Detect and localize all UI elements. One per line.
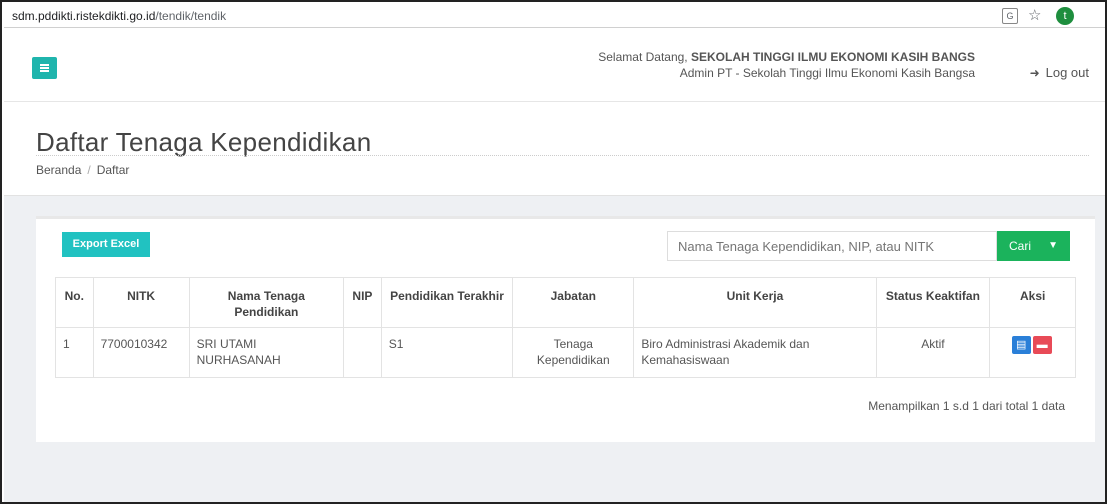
address-bar[interactable]: sdm.pddikti.ristekdikti.go.id/tendik/ten… (4, 4, 1105, 28)
search-input[interactable] (667, 231, 997, 261)
breadcrumb: Beranda / Daftar (36, 163, 129, 177)
col-header-jabatan[interactable]: Jabatan (512, 277, 635, 328)
content-area: Export Excel Cari ▼ No. NITK Nama Tenaga … (4, 195, 1105, 502)
hamburger-icon-bar (40, 64, 49, 66)
user-role: Admin PT - Sekolah Tinggi Ilmu Ekonomi K… (679, 66, 975, 80)
delete-trash-icon[interactable]: ▬ (1032, 336, 1052, 354)
page-header: Daftar Tenaga Kependidikan Beranda / Dafta… (4, 103, 1105, 195)
chevron-down-icon: ▼ (1048, 240, 1058, 251)
url-host: sdm.pddikti.ristekdikti.go.id (12, 9, 156, 23)
table-row: 1 7700010342 SRI UTAMI NURHASANAH S1 Ten… (55, 327, 1076, 378)
logout-icon: ➜ (1029, 66, 1040, 80)
tendik-table: No. NITK Nama Tenaga Pendidikan NIP Pend… (55, 277, 1076, 378)
cell-pendidikan: S1 (380, 327, 514, 378)
col-header-nitk[interactable]: NITK (92, 277, 190, 328)
cell-no: 1 (55, 327, 94, 378)
col-header-nip[interactable]: NIP (343, 277, 382, 328)
url-text[interactable]: sdm.pddikti.ristekdikti.go.id/tendik/ten… (12, 9, 226, 23)
pagination-info: Menampilkan 1 s.d 1 dari total 1 data (868, 399, 1065, 413)
page-title: Daftar Tenaga Kependidikan (36, 127, 372, 157)
export-excel-button[interactable]: Export Excel (62, 232, 150, 257)
list-panel: Export Excel Cari ▼ No. NITK Nama Tenaga … (36, 216, 1095, 442)
cell-aksi: ▤ ▬ (989, 327, 1076, 378)
cell-jabatan: Tenaga Kependidikan (512, 327, 635, 378)
col-header-no[interactable]: No. (55, 277, 94, 328)
menu-toggle-button[interactable] (32, 57, 57, 79)
col-header-status[interactable]: Status Keaktifan (875, 277, 991, 328)
profile-avatar[interactable]: t (1056, 7, 1074, 25)
cell-nip (343, 327, 382, 378)
col-header-nama[interactable]: Nama Tenaga Pendidikan (188, 277, 345, 328)
search-button[interactable]: Cari ▼ (997, 231, 1070, 261)
logout-label: Log out (1045, 65, 1089, 80)
welcome-prefix: Selamat Datang, (598, 50, 688, 64)
cell-nama: SRI UTAMI NURHASANAH (188, 327, 345, 378)
cell-unit-kerja: Biro Administrasi Akademik dan Kemahasis… (633, 327, 877, 378)
institution-name: SEKOLAH TINGGI ILMU EKONOMI KASIH BANGS (690, 50, 975, 64)
breadcrumb-separator: / (87, 163, 91, 177)
logout-link[interactable]: ➜ Log out (1030, 65, 1089, 80)
browser-window: sdm.pddikti.ristekdikti.go.id/tendik/ten… (0, 0, 1107, 504)
detail-document-icon[interactable]: ▤ (1011, 336, 1031, 354)
search-button-label: Cari (1009, 239, 1032, 253)
bookmark-star-icon[interactable]: ☆ (1028, 6, 1041, 24)
breadcrumb-current: Daftar (96, 163, 130, 177)
title-divider (36, 155, 1089, 156)
hamburger-icon-bar (40, 70, 49, 72)
cell-nitk: 7700010342 (92, 327, 190, 378)
translate-icon[interactable]: G (1002, 8, 1018, 24)
col-header-unit-kerja[interactable]: Unit Kerja (633, 277, 877, 328)
table-header-row: No. NITK Nama Tenaga Pendidikan NIP Pend… (55, 277, 1076, 328)
hamburger-icon-bar (40, 67, 49, 69)
top-navbar: Selamat Datang, SEKOLAH TINGGI ILMU EKON… (4, 29, 1105, 102)
cell-status: Aktif (875, 327, 991, 378)
col-header-pendidikan[interactable]: Pendidikan Terakhir (380, 277, 514, 328)
url-path: /tendik/tendik (155, 9, 227, 23)
breadcrumb-home[interactable]: Beranda (36, 163, 81, 177)
col-header-aksi: Aksi (989, 277, 1076, 328)
welcome-block: Selamat Datang, SEKOLAH TINGGI ILMU EKON… (598, 49, 975, 81)
